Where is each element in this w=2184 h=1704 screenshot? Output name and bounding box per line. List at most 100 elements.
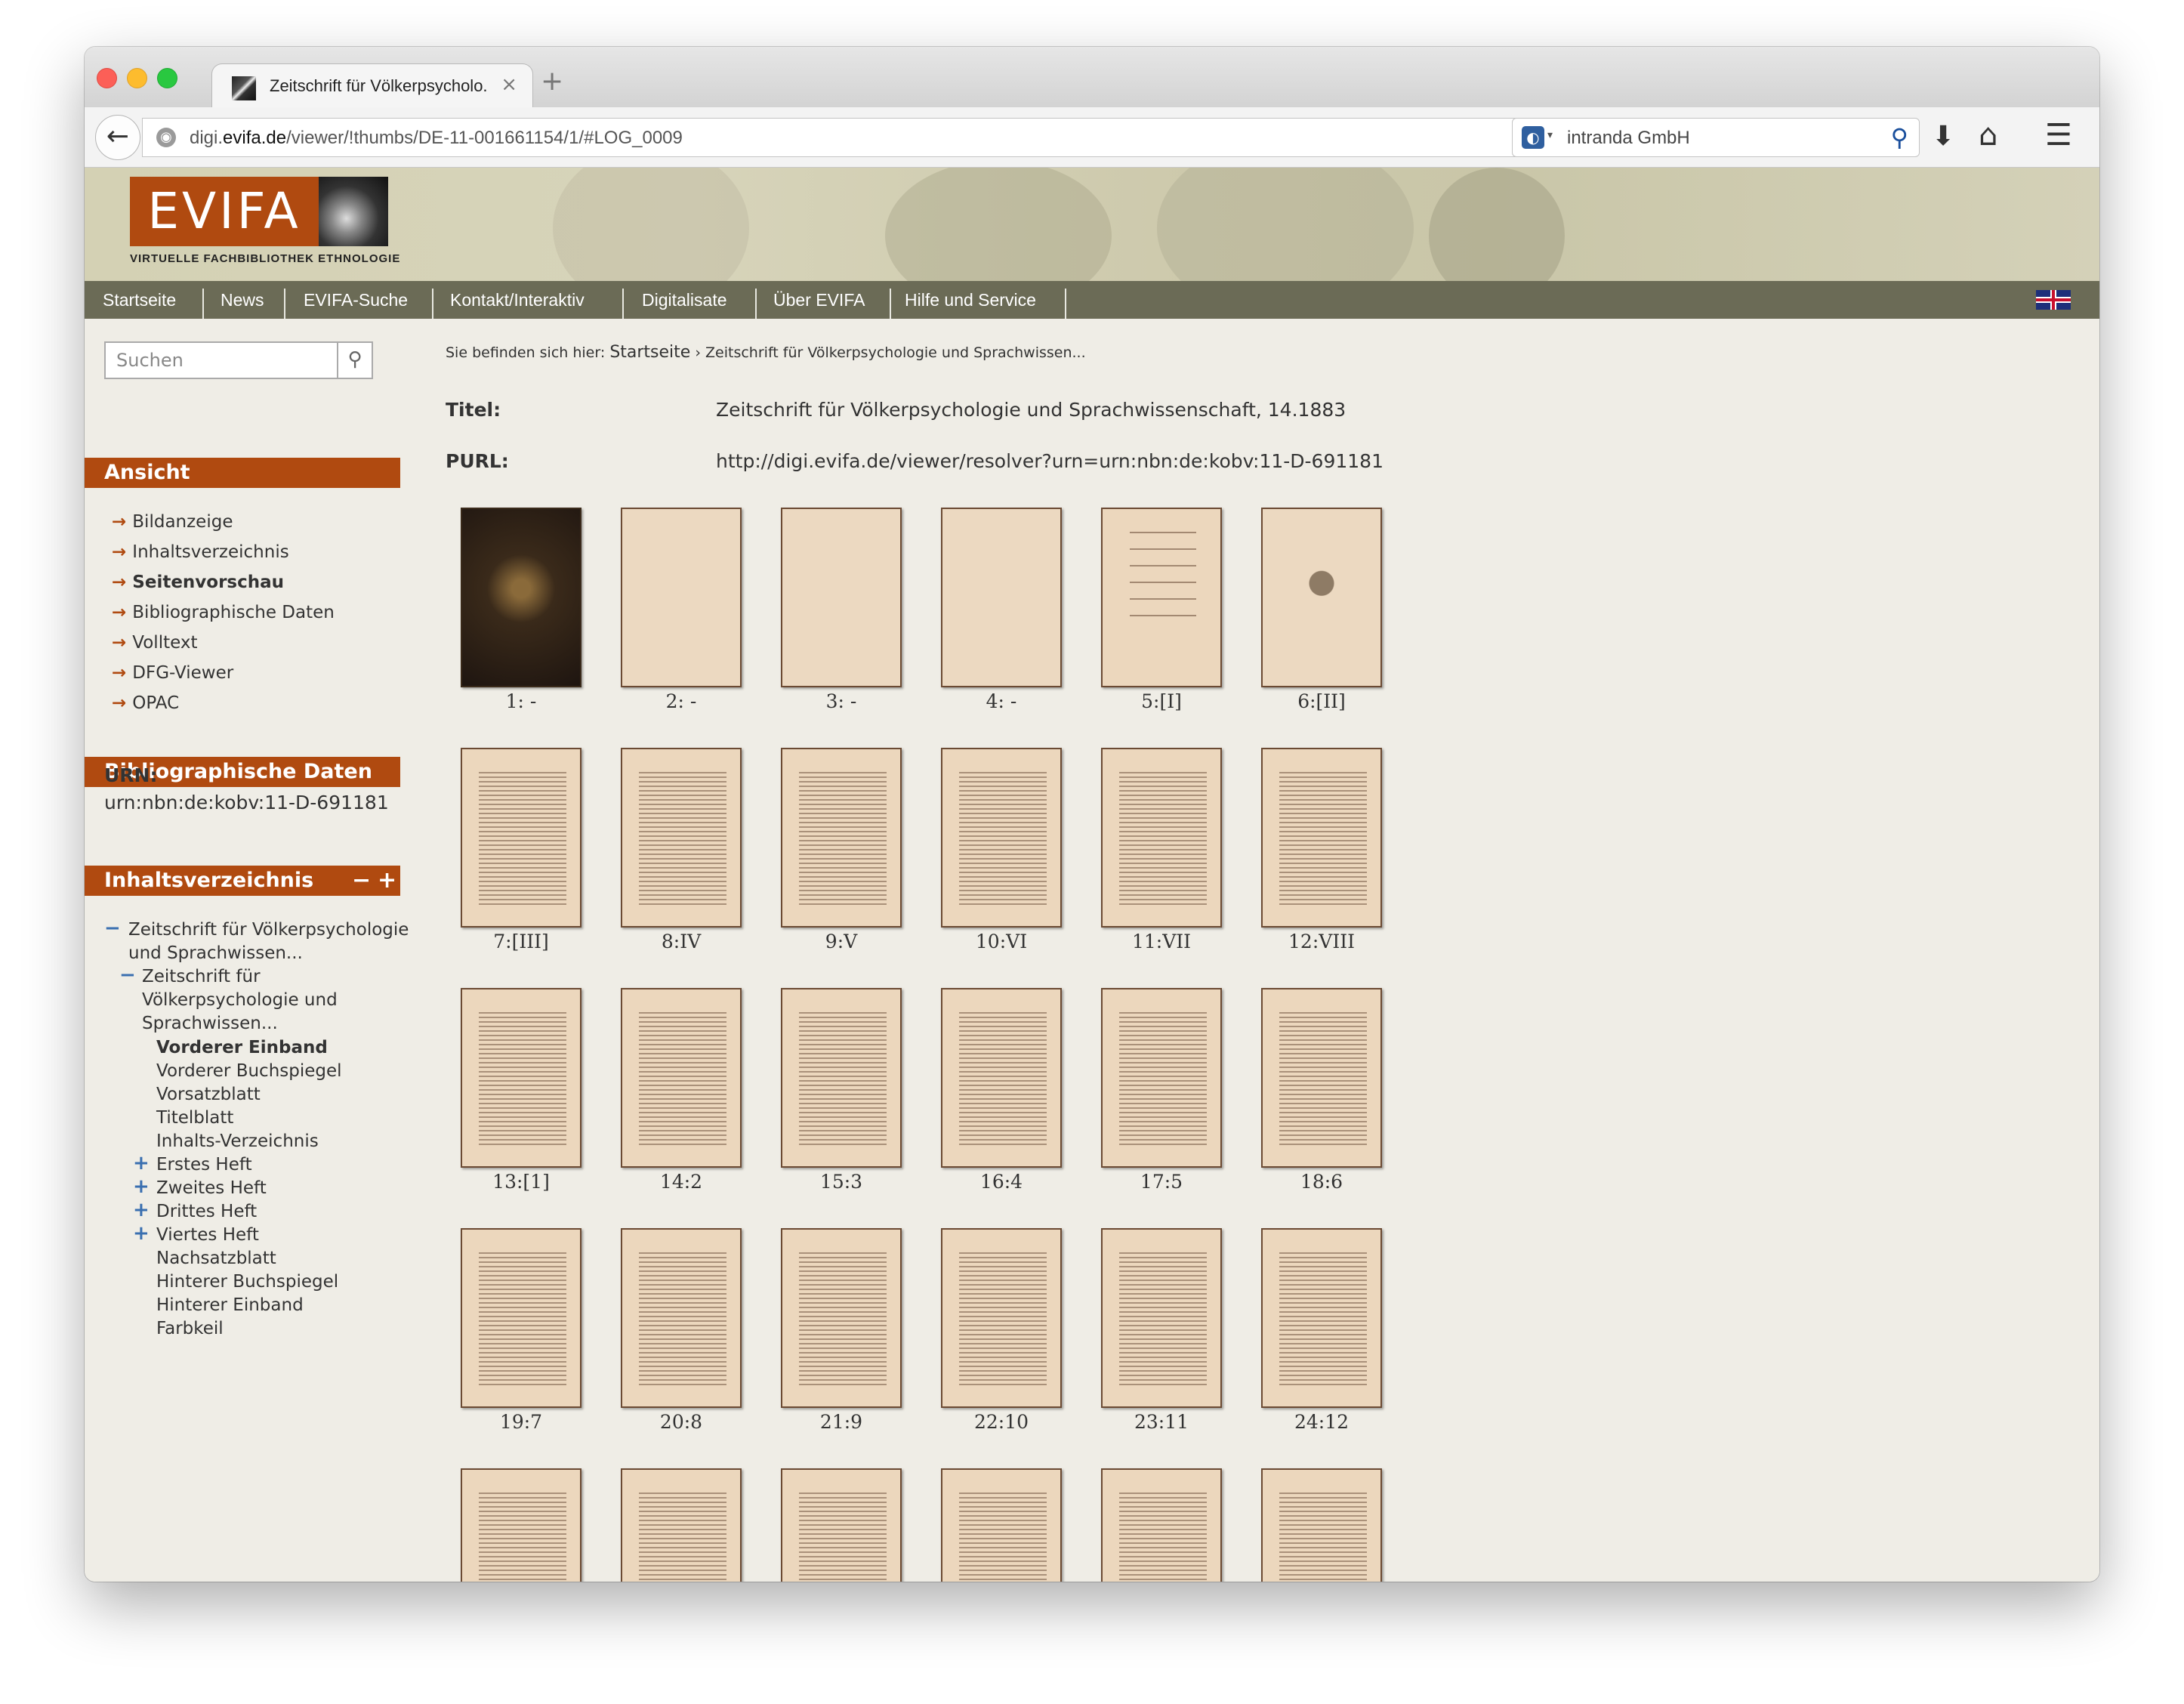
purl-value[interactable]: http://digi.evifa.de/viewer/resolver?urn… bbox=[716, 450, 1384, 472]
thumbnail-label[interactable]: 2: - bbox=[621, 690, 742, 712]
link-opac[interactable]: → OPAC bbox=[112, 693, 179, 713]
thumbnail-label[interactable]: 7:[III] bbox=[461, 931, 581, 952]
toc-item[interactable]: und Sprachwissen... bbox=[128, 942, 303, 965]
toc-item[interactable]: Vorderer Buchspiegel bbox=[156, 1060, 342, 1083]
toc-item[interactable]: Hinterer Buchspiegel bbox=[156, 1270, 338, 1294]
page-thumbnail[interactable] bbox=[1101, 1468, 1222, 1582]
home-icon[interactable]: ⌂ bbox=[1979, 118, 1997, 153]
link-bildanzeige[interactable]: → Bildanzeige bbox=[112, 512, 233, 532]
page-thumbnail[interactable] bbox=[941, 748, 1062, 928]
url-bar[interactable]: ◉ digi.evifa.de/viewer/!thumbs/DE-11-001… bbox=[142, 118, 1581, 157]
link-bibliographische-daten[interactable]: → Bibliographische Daten bbox=[112, 603, 335, 622]
page-thumbnail[interactable] bbox=[621, 508, 742, 687]
url-text[interactable]: digi.evifa.de/viewer/!thumbs/DE-11-00166… bbox=[190, 128, 683, 149]
plus-icon[interactable]: + bbox=[133, 1222, 150, 1245]
toc-item[interactable]: Völkerpsychologie und bbox=[142, 989, 338, 1012]
page-thumbnail[interactable] bbox=[461, 748, 581, 928]
window-close-button[interactable] bbox=[97, 68, 117, 88]
toc-item[interactable]: Viertes Heft bbox=[156, 1224, 259, 1247]
page-thumbnail[interactable] bbox=[781, 1228, 902, 1408]
new-tab-button[interactable]: + bbox=[541, 68, 563, 95]
toc-item[interactable]: Zeitschrift für bbox=[142, 965, 261, 989]
toc-item[interactable]: Nachsatzblatt bbox=[156, 1247, 276, 1270]
link-inhaltsverzeichnis[interactable]: → Inhaltsverzeichnis bbox=[112, 542, 289, 562]
thumbnail-label[interactable]: 4: - bbox=[941, 690, 1062, 712]
thumbnail-label[interactable]: 17:5 bbox=[1101, 1171, 1222, 1193]
toc-item-active[interactable]: Vorderer Einband bbox=[156, 1036, 328, 1060]
evifa-logo[interactable]: EVIFA bbox=[130, 177, 319, 246]
plus-icon[interactable]: + bbox=[133, 1199, 150, 1221]
page-thumbnail[interactable] bbox=[621, 1468, 742, 1582]
nav-ueber-evifa[interactable]: Über EVIFA bbox=[773, 281, 865, 319]
toc-item[interactable]: Erstes Heft bbox=[156, 1153, 252, 1177]
page-thumbnail[interactable] bbox=[1261, 748, 1382, 928]
nav-hilfe[interactable]: Hilfe und Service bbox=[905, 281, 1036, 319]
window-maximize-button[interactable] bbox=[157, 68, 177, 88]
nav-evifa-suche[interactable]: EVIFA-Suche bbox=[304, 281, 408, 319]
collapse-all-button[interactable]: − bbox=[352, 866, 372, 896]
globe-icon[interactable]: ◉ bbox=[156, 128, 176, 147]
page-thumbnail[interactable] bbox=[1101, 988, 1222, 1168]
minus-icon[interactable]: − bbox=[104, 917, 121, 940]
page-thumbnail[interactable] bbox=[781, 988, 902, 1168]
page-thumbnail[interactable] bbox=[941, 508, 1062, 687]
page-thumbnail[interactable] bbox=[1261, 508, 1382, 687]
thumbnail-label[interactable]: 11:VII bbox=[1101, 931, 1222, 952]
thumbnail-label[interactable]: 6:[II] bbox=[1261, 690, 1382, 712]
search-engine-icon[interactable]: ◐ bbox=[1522, 126, 1544, 149]
thumbnail-label[interactable]: 14:2 bbox=[621, 1171, 742, 1193]
page-thumbnail[interactable] bbox=[461, 1468, 581, 1582]
plus-icon[interactable]: + bbox=[133, 1175, 150, 1198]
page-thumbnail[interactable] bbox=[781, 748, 902, 928]
thumbnail-label[interactable]: 9:V bbox=[781, 931, 902, 952]
thumbnail-label[interactable]: 20:8 bbox=[621, 1411, 742, 1433]
minus-icon[interactable]: − bbox=[119, 964, 136, 986]
page-thumbnail[interactable] bbox=[941, 1468, 1062, 1582]
thumbnail-label[interactable]: 5:[I] bbox=[1101, 690, 1222, 712]
nav-startseite[interactable]: Startseite bbox=[103, 281, 176, 319]
page-thumbnail[interactable] bbox=[941, 1228, 1062, 1408]
thumbnail-label[interactable]: 12:VIII bbox=[1261, 931, 1382, 952]
page-thumbnail[interactable] bbox=[1101, 1228, 1222, 1408]
page-thumbnail[interactable] bbox=[461, 508, 581, 687]
toc-item[interactable]: Titelblatt bbox=[156, 1107, 233, 1130]
download-icon[interactable]: ⬇ bbox=[1932, 121, 1954, 152]
thumbnail-label[interactable]: 8:IV bbox=[621, 931, 742, 952]
page-thumbnail[interactable] bbox=[781, 508, 902, 687]
nav-kontakt[interactable]: Kontakt/Interaktiv bbox=[450, 281, 585, 319]
expand-all-button[interactable]: + bbox=[378, 866, 397, 896]
plus-icon[interactable]: + bbox=[133, 1152, 150, 1175]
toc-item[interactable]: Hinterer Einband bbox=[156, 1294, 304, 1317]
page-thumbnail[interactable] bbox=[1261, 988, 1382, 1168]
browser-tab[interactable]: Zeitschrift für Völkerpsycholo... × bbox=[211, 63, 533, 109]
page-thumbnail[interactable] bbox=[461, 988, 581, 1168]
toc-item[interactable]: Vorsatzblatt bbox=[156, 1083, 261, 1107]
page-thumbnail[interactable] bbox=[461, 1228, 581, 1408]
toc-item[interactable]: Drittes Heft bbox=[156, 1200, 257, 1224]
thumbnail-label[interactable]: 3: - bbox=[781, 690, 902, 712]
page-thumbnail[interactable] bbox=[621, 1228, 742, 1408]
thumbnail-label[interactable]: 23:11 bbox=[1101, 1411, 1222, 1433]
toc-item[interactable]: Sprachwissen... bbox=[142, 1012, 278, 1036]
nav-digitalisate[interactable]: Digitalisate bbox=[642, 281, 727, 319]
page-thumbnail[interactable] bbox=[1101, 508, 1222, 687]
thumbnail-label[interactable]: 10:VI bbox=[941, 931, 1062, 952]
toc-item[interactable]: Farbkeil bbox=[156, 1317, 224, 1341]
page-thumbnail[interactable] bbox=[1101, 748, 1222, 928]
toc-item[interactable]: Inhalts-Verzeichnis bbox=[156, 1130, 319, 1153]
english-flag-icon[interactable] bbox=[2036, 290, 2071, 310]
back-button[interactable]: ← bbox=[95, 115, 140, 160]
page-thumbnail[interactable] bbox=[781, 1468, 902, 1582]
thumbnail-label[interactable]: 16:4 bbox=[941, 1171, 1062, 1193]
link-dfg-viewer[interactable]: → DFG-Viewer bbox=[112, 663, 233, 683]
toc-item[interactable]: Zweites Heft bbox=[156, 1177, 267, 1200]
toc-item[interactable]: Zeitschrift für Völkerpsychologie bbox=[128, 918, 409, 942]
search-icon[interactable]: ⚲ bbox=[1891, 123, 1908, 152]
link-seitenvorschau[interactable]: → Seitenvorschau bbox=[112, 573, 284, 592]
thumbnail-label[interactable]: 19:7 bbox=[461, 1411, 581, 1433]
chevron-down-icon[interactable]: ▾ bbox=[1547, 129, 1553, 141]
thumbnail-label[interactable]: 13:[1] bbox=[461, 1171, 581, 1193]
hamburger-menu-icon[interactable]: ☰ bbox=[2045, 118, 2072, 153]
thumbnail-label[interactable]: 22:10 bbox=[941, 1411, 1062, 1433]
browser-search-bar[interactable]: ◐ ▾ intranda GmbH ⚲ bbox=[1512, 118, 1920, 157]
